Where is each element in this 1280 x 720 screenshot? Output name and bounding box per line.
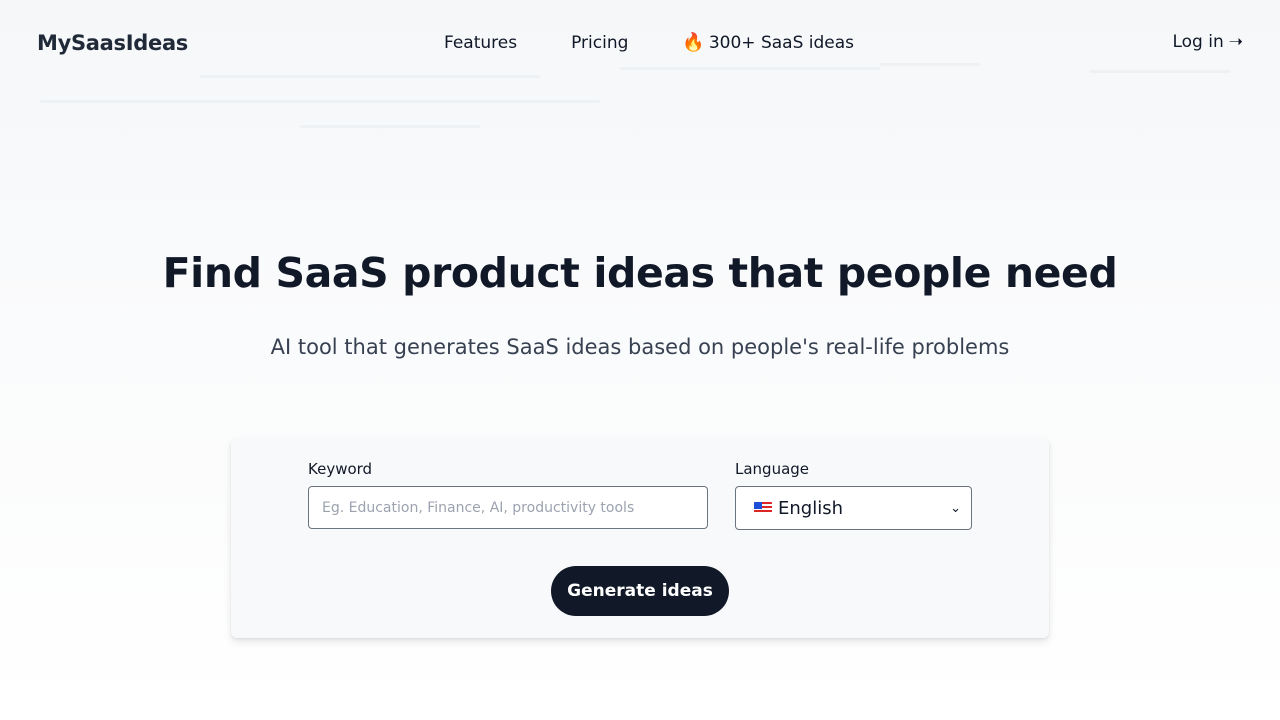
landing-page: MySaasIdeas Features Pricing 🔥 300+ SaaS… [0, 0, 1280, 720]
fire-icon: 🔥 [682, 32, 705, 53]
arrow-right-icon: ➝ [1228, 32, 1243, 52]
idea-generator-form: Keyword Language English ⌄ Generate idea… [231, 438, 1049, 638]
site-header: MySaasIdeas Features Pricing 🔥 300+ SaaS… [0, 0, 1280, 88]
keyword-label: Keyword [308, 460, 373, 478]
keyword-input[interactable] [308, 486, 708, 529]
us-flag-icon [754, 502, 772, 514]
hero-subtitle: AI tool that generates SaaS ideas based … [270, 335, 1010, 359]
nav-item-saas-ideas[interactable]: 🔥 300+ SaaS ideas [682, 32, 854, 53]
brand-logo[interactable]: MySaasIdeas [37, 31, 188, 55]
nav-item-label: 300+ SaaS ideas [708, 32, 855, 53]
generate-ideas-button[interactable]: Generate ideas [551, 566, 729, 616]
nav-item-label: Pricing [571, 32, 629, 53]
nav-item-features[interactable]: Features [444, 33, 517, 53]
nav-item-label: Features [444, 32, 518, 53]
language-select[interactable]: English ⌄ [735, 486, 972, 530]
chevron-down-icon: ⌄ [950, 500, 961, 516]
nav-item-pricing[interactable]: Pricing [571, 33, 628, 53]
login-link[interactable]: Log in ➝ [1172, 32, 1243, 52]
main-nav: Features Pricing 🔥 300+ SaaS ideas [444, 32, 854, 53]
login-label: Log in [1172, 32, 1224, 52]
language-label: Language [735, 460, 810, 478]
language-selected-value: English [778, 497, 843, 519]
hero-title: Find SaaS product ideas that people need [162, 249, 1118, 297]
